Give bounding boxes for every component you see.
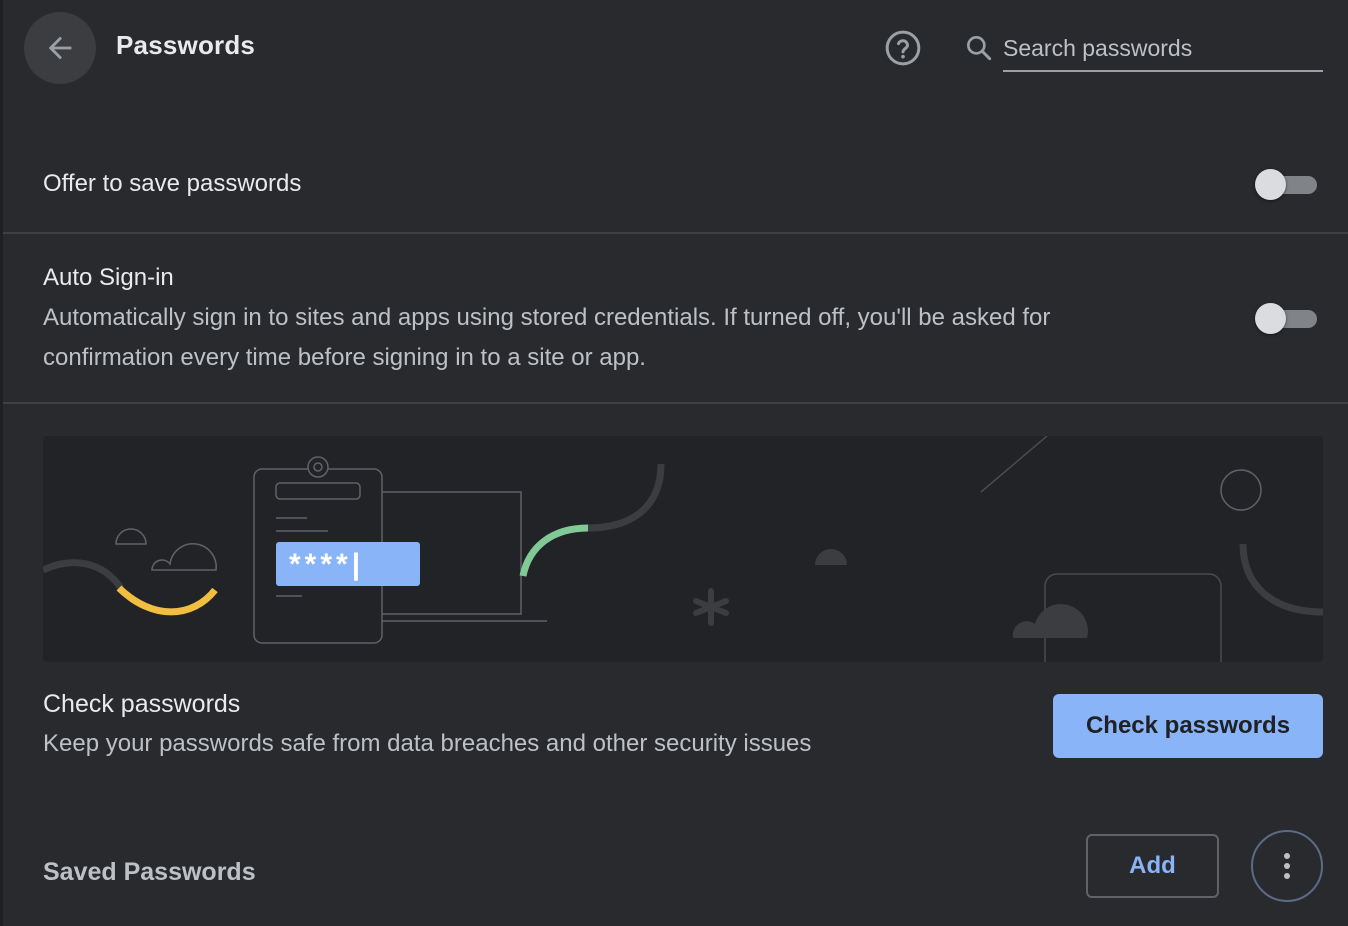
toggle-knob [1255,303,1286,334]
illustration-graphic: ****| [43,436,1323,662]
check-passwords-description: Keep your passwords safe from data breac… [43,730,812,757]
password-field-text: ****| [289,548,364,581]
asterisk-graphic [693,588,729,626]
back-button[interactable] [24,12,96,84]
search-icon [967,35,992,61]
offer-to-save-label: Offer to save passwords [43,170,302,197]
saved-passwords-title: Saved Passwords [43,858,256,886]
auto-sign-in-row: Auto Sign-in Automatically sign in to si… [3,234,1348,404]
toggle-knob [1255,169,1286,200]
more-vertical-icon [1284,853,1290,879]
search-input[interactable] [1003,26,1323,72]
auto-sign-in-toggle[interactable] [1255,302,1319,334]
offer-to-save-row: Offer to save passwords [3,136,1348,234]
page-title: Passwords [116,30,256,60]
passwords-page: Passwords Offer to save passwords Auto S… [0,0,1348,926]
help-button[interactable] [883,28,923,68]
page-header: Passwords [3,0,1348,96]
yellow-wave [116,585,218,616]
check-passwords-button[interactable]: Check passwords [1053,694,1323,758]
green-wave [519,524,589,577]
help-circle-icon [885,30,921,66]
auto-sign-in-label: Auto Sign-in [43,264,174,291]
more-actions-button[interactable] [1251,830,1323,902]
auto-sign-in-description: Automatically sign in to sites and apps … [43,304,1051,371]
offer-to-save-toggle[interactable] [1255,168,1319,200]
add-password-button[interactable]: Add [1086,834,1219,898]
arrow-left-icon [48,36,72,60]
password-check-illustration: ****| [43,436,1323,662]
check-passwords-title: Check passwords [43,690,241,718]
